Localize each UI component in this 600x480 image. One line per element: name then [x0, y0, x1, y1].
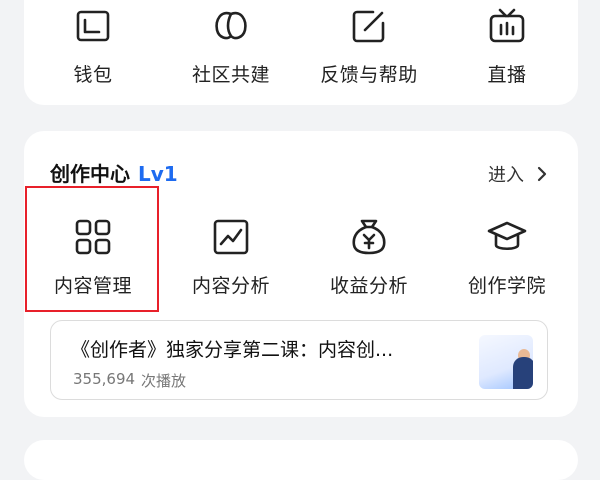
revenue-analysis-label: 收益分析	[329, 275, 408, 297]
quick-actions-card: 钱包 社区共建 反馈与帮助 直播	[24, 0, 578, 105]
thumbnail-person-body	[513, 357, 533, 389]
chart-icon	[211, 217, 251, 257]
enter-label: 进入	[488, 165, 524, 186]
money-bag-icon	[349, 217, 389, 257]
creator-center-card: 创作中心 Lv1 进入 内容管理 内容分析 收益分析 创作学院 《创作者》独家分…	[24, 131, 578, 417]
chevron-right-icon	[536, 165, 548, 183]
enter-link[interactable]: 进入	[488, 161, 548, 187]
next-section-card	[24, 440, 578, 480]
feedback-label: 反馈与帮助	[320, 64, 418, 86]
quick-actions-row: 钱包 社区共建 反馈与帮助 直播	[24, 6, 578, 87]
wallet-item[interactable]: 钱包	[24, 6, 162, 87]
live-label: 直播	[487, 64, 527, 86]
video-title: 《创作者》独家分享第二课：内容创...	[71, 339, 394, 361]
graduation-cap-icon	[487, 217, 527, 257]
live-item[interactable]: 直播	[438, 6, 576, 87]
community-item[interactable]: 社区共建	[162, 6, 300, 87]
revenue-analysis-item[interactable]: 收益分析	[300, 217, 438, 298]
edit-icon	[349, 6, 389, 46]
creator-center-header: 创作中心 Lv1	[50, 158, 178, 187]
creator-academy-item[interactable]: 创作学院	[438, 217, 576, 298]
community-label: 社区共建	[191, 64, 270, 86]
featured-video-card[interactable]: 《创作者》独家分享第二课：内容创... 355,694 次播放	[50, 320, 548, 400]
wallet-label: 钱包	[73, 64, 113, 86]
content-analysis-label: 内容分析	[191, 275, 270, 297]
creator-academy-label: 创作学院	[467, 275, 546, 297]
tv-icon	[487, 6, 527, 46]
leaf-icon	[211, 6, 251, 46]
play-count-suffix: 次播放	[141, 372, 187, 390]
feedback-item[interactable]: 反馈与帮助	[300, 6, 438, 87]
video-play-count: 355,694 次播放	[73, 370, 186, 391]
level-badge: Lv1	[138, 162, 178, 186]
wallet-icon	[73, 6, 113, 46]
play-count-value: 355,694	[73, 370, 136, 388]
creator-center-title: 创作中心	[50, 162, 130, 186]
video-thumbnail	[479, 335, 533, 389]
content-management-highlight	[25, 186, 159, 312]
content-analysis-item[interactable]: 内容分析	[162, 217, 300, 298]
